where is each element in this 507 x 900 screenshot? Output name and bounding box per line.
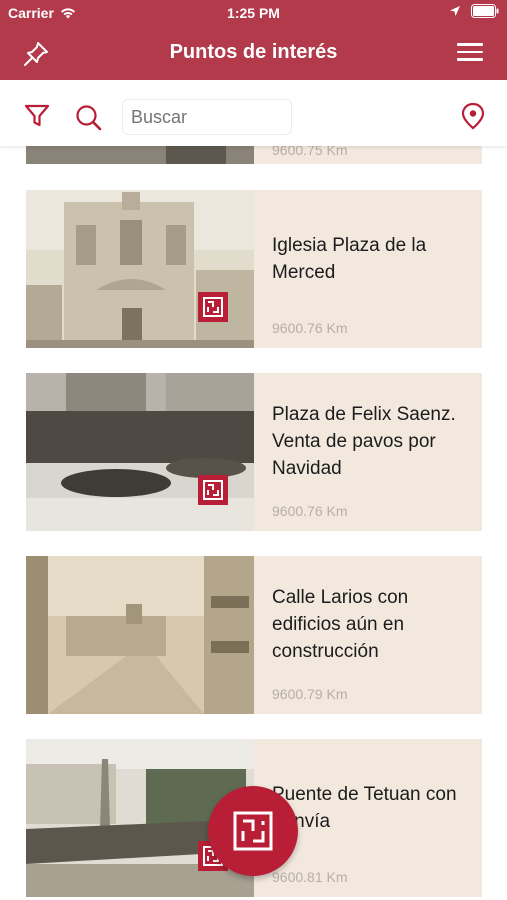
poi-photo — [26, 190, 254, 348]
search-icon[interactable] — [75, 104, 103, 132]
poi-photo — [26, 146, 254, 164]
poi-card[interactable]: Plaza de Felix Saenz. Venta de pavos por… — [26, 373, 482, 531]
poi-distance: 9600.75 Km — [272, 146, 348, 158]
search-toolbar — [0, 80, 507, 146]
poi-name: Puente de Tetuan con tranvía — [272, 784, 457, 832]
poi-distance: 9600.81 Km — [272, 869, 348, 885]
filter-icon[interactable] — [24, 104, 50, 128]
poi-distance: 9600.76 Km — [272, 320, 348, 336]
poi-name: Plaza de Felix Saenz. Venta de pavos por… — [272, 404, 456, 479]
qr-badge-icon — [198, 292, 228, 322]
poi-distance: 9600.76 Km — [272, 503, 348, 519]
poi-card[interactable]: Iglesia Plaza de la Merced 9600.76 Km — [26, 190, 482, 348]
nav-bar: Puntos de interés — [0, 26, 507, 80]
status-bar: Carrier 1:25 PM — [0, 0, 507, 26]
page-title: Puntos de interés — [169, 41, 338, 63]
poi-name: Calle Larios con edificios aún en constr… — [272, 587, 409, 662]
poi-photo — [26, 556, 254, 714]
qr-scan-button[interactable] — [208, 786, 298, 876]
battery-icon — [471, 4, 499, 18]
qr-badge-icon — [198, 475, 228, 505]
poi-distance: 9600.79 Km — [272, 686, 348, 702]
poi-card[interactable]: 9600.75 Km — [26, 146, 482, 164]
poi-photo — [26, 373, 254, 531]
status-right — [449, 4, 499, 18]
poi-card[interactable]: Calle Larios con edificios aún en constr… — [26, 556, 482, 714]
poi-name: Iglesia Plaza de la Merced — [272, 235, 427, 283]
search-input[interactable] — [122, 99, 292, 135]
location-pin-icon[interactable] — [461, 102, 485, 130]
qr-code-icon — [233, 811, 273, 851]
location-arrow-icon — [450, 6, 460, 16]
status-time: 1:25 PM — [227, 5, 280, 21]
hamburger-menu-icon[interactable] — [457, 38, 483, 64]
